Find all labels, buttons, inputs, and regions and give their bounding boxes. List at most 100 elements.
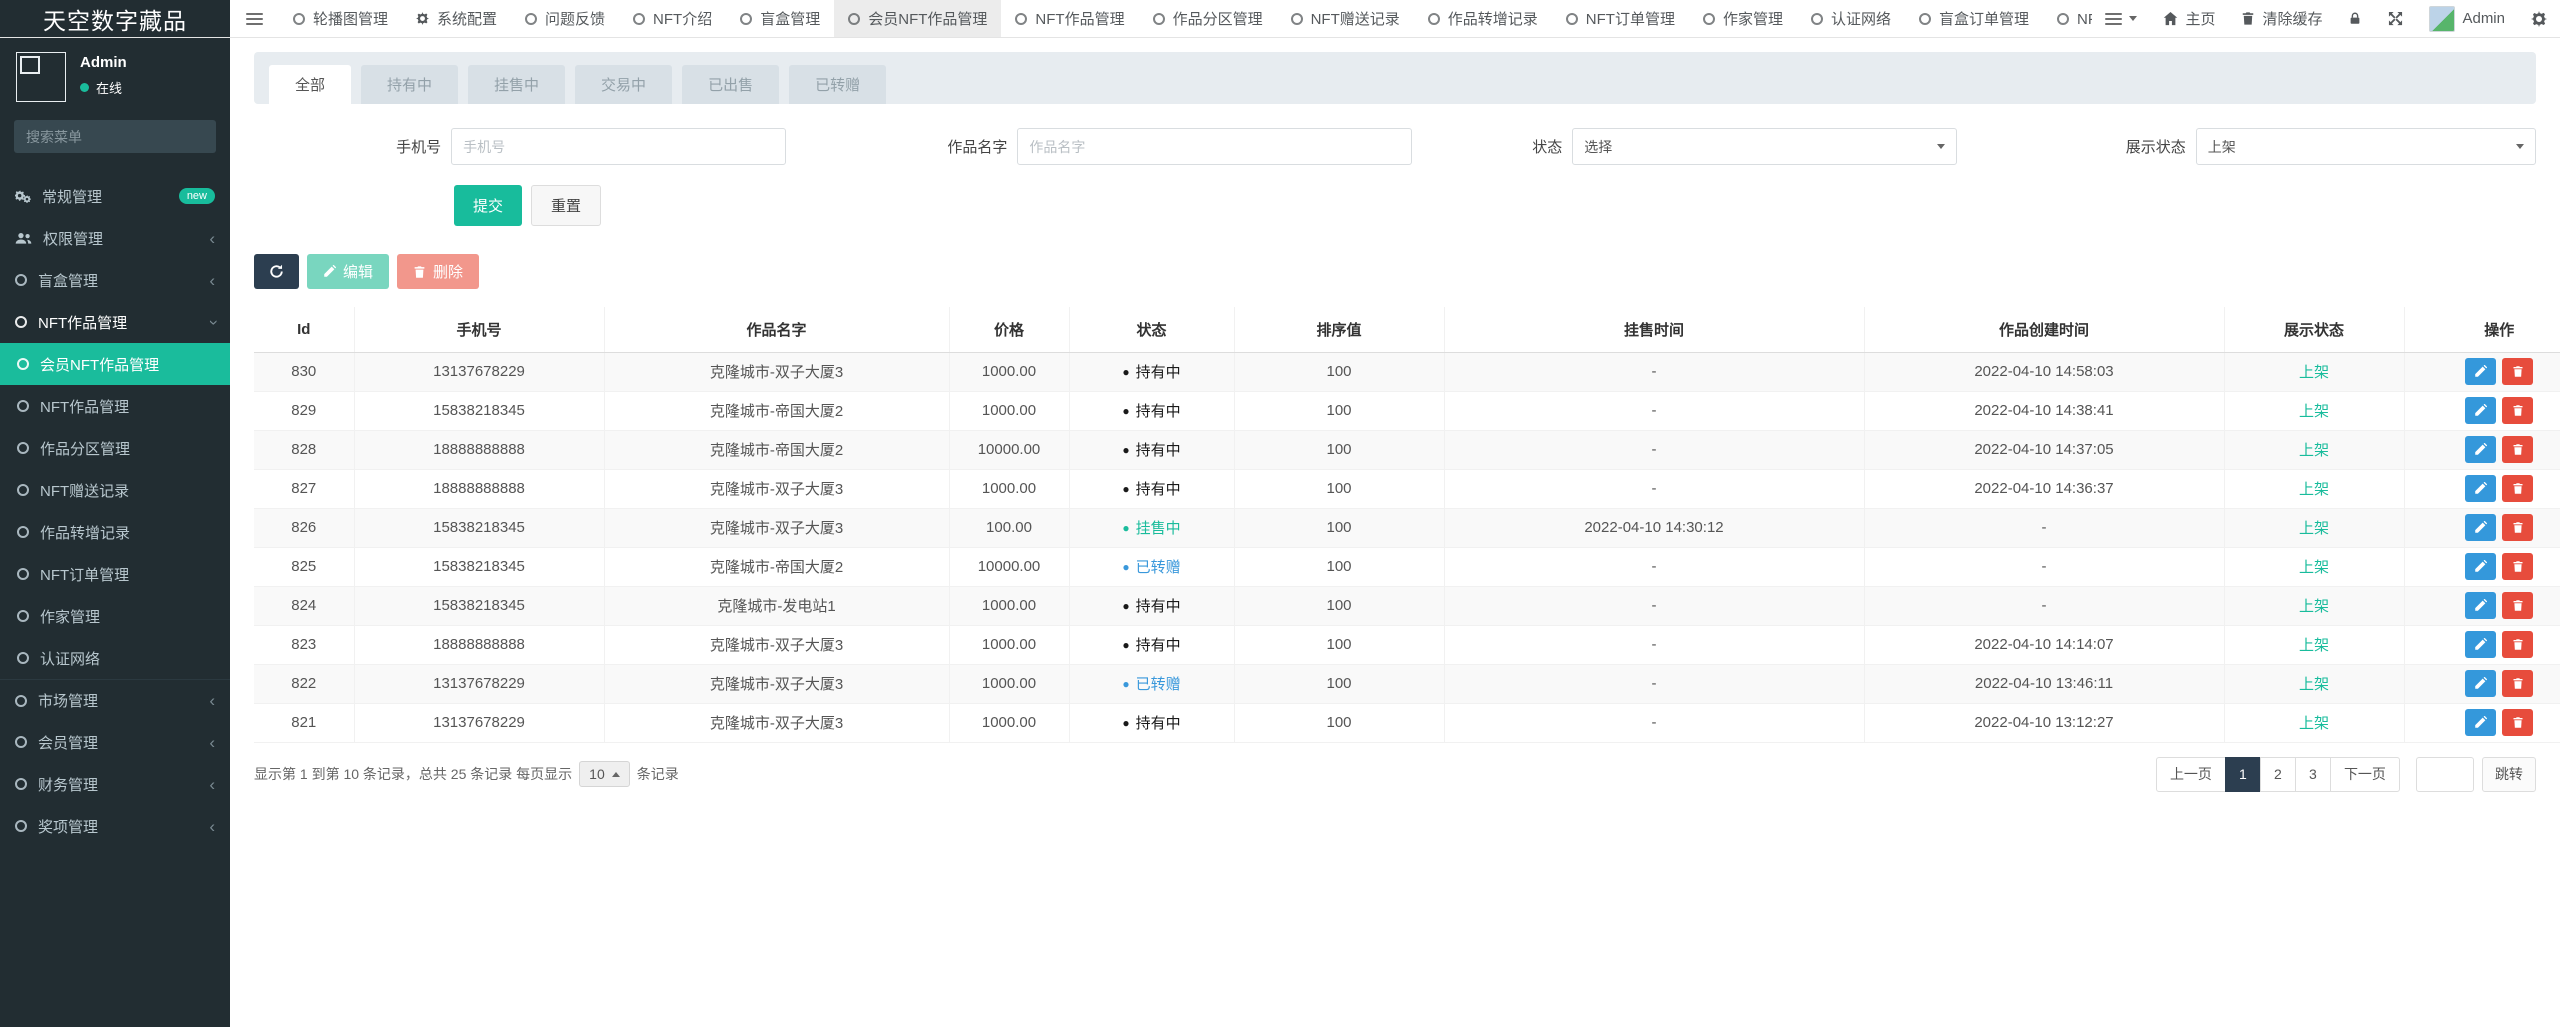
row-delete-button[interactable] <box>2502 514 2533 541</box>
sidebar-subitem[interactable]: 作家管理 <box>0 595 230 637</box>
reset-button[interactable]: 重置 <box>531 185 601 226</box>
display-status-link[interactable]: 上架 <box>2299 520 2329 537</box>
row-delete-button[interactable] <box>2502 553 2533 580</box>
row-delete-button[interactable] <box>2502 709 2533 736</box>
sidebar-toggle-button[interactable] <box>230 0 279 37</box>
jump-button[interactable]: 跳转 <box>2482 757 2536 792</box>
row-delete-button[interactable] <box>2502 397 2533 424</box>
row-edit-button[interactable] <box>2465 670 2496 697</box>
page-button-1[interactable]: 1 <box>2225 757 2261 792</box>
sidebar-item[interactable]: 常规管理new <box>0 175 230 217</box>
display-status-link[interactable]: 上架 <box>2299 715 2329 732</box>
circle-icon <box>740 13 752 25</box>
sidebar-item[interactable]: 市场管理‹ <box>0 679 230 721</box>
cell-sale_time: - <box>1444 547 1864 586</box>
sidebar-item[interactable]: 奖项管理‹ <box>0 805 230 847</box>
display-status-link[interactable]: 上架 <box>2299 637 2329 654</box>
row-edit-button[interactable] <box>2465 709 2496 736</box>
jump-page-input[interactable] <box>2416 757 2474 792</box>
menu-list-dropdown[interactable] <box>2092 0 2150 37</box>
top-menu-item[interactable]: 作品转增记录 <box>1414 0 1552 37</box>
top-menu-item[interactable]: NFT赠送记录 <box>1277 0 1414 37</box>
sidebar-subitem[interactable]: NFT赠送记录 <box>0 469 230 511</box>
tab-item[interactable]: 交易中 <box>575 65 672 104</box>
sidebar-item[interactable]: NFT作品管理‹ <box>0 301 230 343</box>
display-status-link[interactable]: 上架 <box>2299 481 2329 498</box>
sidebar-subitem[interactable]: 会员NFT作品管理 <box>0 343 230 385</box>
row-edit-button[interactable] <box>2465 397 2496 424</box>
tab-item[interactable]: 挂售中 <box>468 65 565 104</box>
top-menu-item[interactable]: NFT介绍 <box>619 0 726 37</box>
sidebar-item[interactable]: 权限管理‹ <box>0 217 230 259</box>
tab-item[interactable]: 已转赠 <box>789 65 886 104</box>
display-status-link[interactable]: 上架 <box>2299 364 2329 381</box>
display-status-select[interactable]: 上架 <box>2196 128 2536 165</box>
sidebar-search-input[interactable] <box>24 128 209 146</box>
row-edit-button[interactable] <box>2465 631 2496 658</box>
top-menu-item[interactable]: 作品分区管理 <box>1139 0 1277 37</box>
top-menu-item[interactable]: NFT作品管理 <box>1001 0 1138 37</box>
page-button-2[interactable]: 2 <box>2260 757 2296 792</box>
row-delete-button[interactable] <box>2502 670 2533 697</box>
row-edit-button[interactable] <box>2465 514 2496 541</box>
top-menu-item[interactable]: NFT作品订单管理 <box>2043 0 2092 37</box>
top-menu-item[interactable]: 系统配置 <box>402 0 511 37</box>
tab-item[interactable]: 已出售 <box>682 65 779 104</box>
clear-cache-button[interactable]: 清除缓存 <box>2228 0 2335 37</box>
edit-button[interactable]: 编辑 <box>307 254 389 289</box>
row-delete-button[interactable] <box>2502 475 2533 502</box>
sidebar-subitem[interactable]: NFT订单管理 <box>0 553 230 595</box>
top-menu-item[interactable]: 盲盒订单管理 <box>1905 0 2043 37</box>
top-menu-item[interactable]: 盲盒管理 <box>726 0 834 37</box>
row-edit-button[interactable] <box>2465 436 2496 463</box>
top-menu-item[interactable]: 会员NFT作品管理 <box>834 0 1001 37</box>
display-status-link[interactable]: 上架 <box>2299 598 2329 615</box>
page-size-select[interactable]: 10 <box>579 761 630 787</box>
top-menu-item[interactable]: 认证网络 <box>1797 0 1905 37</box>
status-select[interactable]: 选择 <box>1572 128 1957 165</box>
row-delete-button[interactable] <box>2502 358 2533 385</box>
delete-button[interactable]: 删除 <box>397 254 479 289</box>
top-menu-item[interactable]: 作家管理 <box>1689 0 1797 37</box>
submit-button[interactable]: 提交 <box>454 185 522 226</box>
row-delete-button[interactable] <box>2502 592 2533 619</box>
sidebar-subitem[interactable]: 认证网络 <box>0 637 230 679</box>
phone-input[interactable] <box>451 128 786 165</box>
display-status-link[interactable]: 上架 <box>2299 559 2329 576</box>
lock-screen-button[interactable] <box>2335 0 2375 37</box>
row-edit-button[interactable] <box>2465 592 2496 619</box>
top-menu-item[interactable]: 问题反馈 <box>511 0 619 37</box>
cell-operations <box>2404 469 2560 508</box>
row-edit-button[interactable] <box>2465 553 2496 580</box>
settings-button[interactable] <box>2518 0 2560 37</box>
tab-active[interactable]: 全部 <box>269 65 351 104</box>
sidebar-item[interactable]: 会员管理‹ <box>0 721 230 763</box>
top-menu-item[interactable]: NFT订单管理 <box>1552 0 1689 37</box>
sidebar-subitem[interactable]: NFT作品管理 <box>0 385 230 427</box>
circle-icon <box>1015 13 1027 25</box>
sidebar-subitem[interactable]: 作品转增记录 <box>0 511 230 553</box>
home-button[interactable]: 主页 <box>2150 0 2228 37</box>
page-button-3[interactable]: 3 <box>2295 757 2331 792</box>
fullscreen-button[interactable] <box>2375 0 2416 37</box>
trash-icon <box>2512 677 2524 690</box>
tab-item[interactable]: 持有中 <box>361 65 458 104</box>
row-delete-button[interactable] <box>2502 436 2533 463</box>
refresh-button[interactable] <box>254 254 299 289</box>
prev-page-button[interactable]: 上一页 <box>2156 757 2226 792</box>
sidebar-item[interactable]: 盲盒管理‹ <box>0 259 230 301</box>
phone-label: 手机号 <box>254 136 441 157</box>
row-delete-button[interactable] <box>2502 631 2533 658</box>
artwork-name-input[interactable] <box>1017 128 1411 165</box>
sidebar-subitem[interactable]: 作品分区管理 <box>0 427 230 469</box>
user-menu[interactable]: Admin <box>2416 0 2518 37</box>
sidebar-item[interactable]: 财务管理‹ <box>0 763 230 805</box>
display-status-link[interactable]: 上架 <box>2299 442 2329 459</box>
display-status-link[interactable]: 上架 <box>2299 676 2329 693</box>
row-edit-button[interactable] <box>2465 358 2496 385</box>
row-edit-button[interactable] <box>2465 475 2496 502</box>
top-menu-item[interactable]: 轮播图管理 <box>279 0 402 37</box>
next-page-button[interactable]: 下一页 <box>2330 757 2400 792</box>
display-status-link[interactable]: 上架 <box>2299 403 2329 420</box>
top-menu-item-label: 盲盒订单管理 <box>1939 8 2029 29</box>
